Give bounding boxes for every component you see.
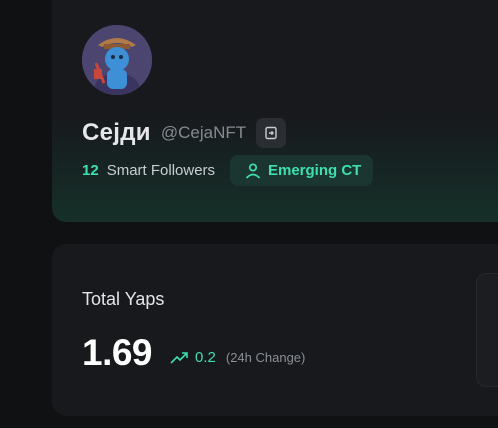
user-icon: [245, 162, 261, 179]
avatar-image: [82, 25, 152, 95]
smart-followers-label: Smart Followers: [106, 162, 216, 179]
yaps-change: 0.2 (24h Change): [170, 349, 305, 366]
emerging-ct-badge[interactable]: Emerging CT: [230, 155, 373, 186]
yaps-change-period: (24h Change): [225, 350, 306, 365]
avatar[interactable]: [82, 25, 152, 95]
smart-followers[interactable]: 12 Smart Followers: [82, 162, 215, 179]
profile-name-row: Сејди @CejaNFT: [82, 115, 287, 151]
smart-followers-count: 12: [82, 162, 99, 179]
display-name: Сејди: [82, 119, 151, 146]
trending-up-icon: [170, 351, 188, 364]
total-yaps-value: 1.69: [82, 332, 153, 373]
total-yaps-card: [52, 244, 498, 416]
badge-label: Emerging CT: [268, 162, 362, 179]
yaps-change-value: 0.2: [195, 349, 216, 366]
user-handle[interactable]: @CejaNFT: [161, 123, 246, 143]
login-icon[interactable]: [256, 118, 287, 148]
side-panel: [476, 273, 498, 387]
total-yaps-title: Total Yaps: [82, 289, 165, 309]
